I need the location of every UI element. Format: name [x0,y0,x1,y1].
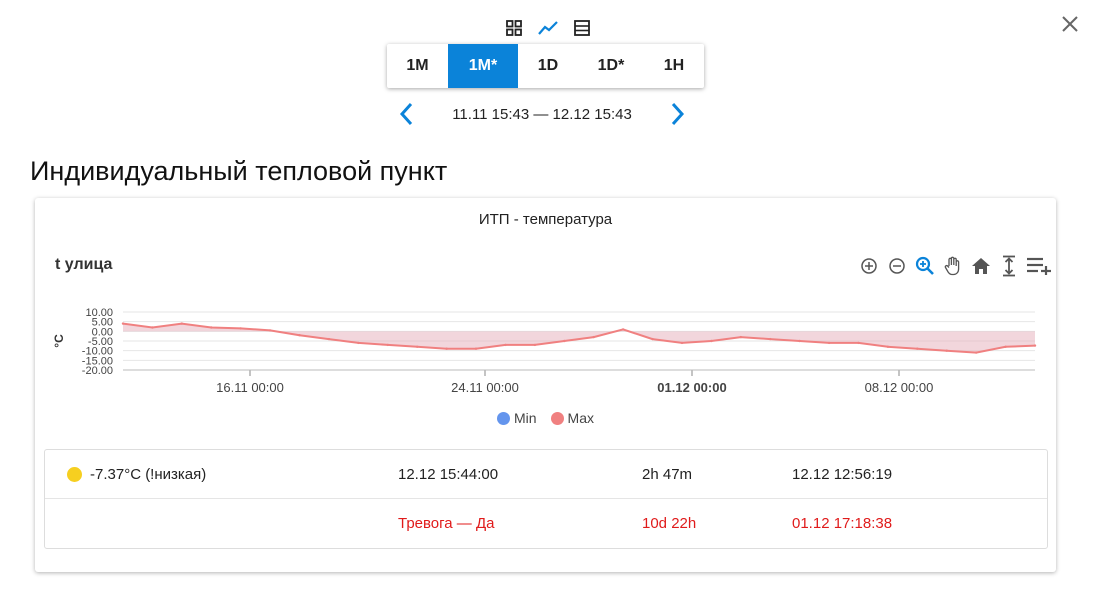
legend-max-label: Max [567,410,594,426]
section-title: Индивидуальный тепловой пункт [30,156,448,186]
period-tabs: 1M 1M* 1D 1D* 1H [387,44,704,88]
data-point [651,337,654,341]
temperature-chart[interactable]: 10.005.000.00-5.00-10.00-15.00-20.00°C16… [35,288,1056,408]
alarm-label: Тревога — Да [398,514,495,532]
data-point [268,329,272,332]
data-point [975,351,978,354]
current-time: 12.12 15:44:00 [398,465,499,483]
data-point [769,337,772,341]
status-sun-icon [67,466,82,482]
x-tick-label: 08.12 00:00 [865,380,934,395]
tab-1m[interactable]: 1M [387,44,448,88]
chart-title: ИТП - температура [478,211,613,228]
tab-1m-star[interactable]: 1M* [448,44,518,88]
legend-item-min[interactable]: Min [496,410,537,426]
tab-1d-star[interactable]: 1D* [578,44,644,88]
home-reset-icon[interactable] [969,254,993,278]
chevron-right-icon [671,102,685,126]
date-range-navigator: 11.11 15:43 — 12.12 15:43 [392,98,692,130]
data-point [327,337,331,341]
chart-line-icon[interactable] [536,16,560,40]
y-tick-label: -20.00 [82,365,113,377]
data-point [386,343,389,347]
chart-legend: Min Max [35,410,1056,426]
data-point [739,335,742,339]
grid-icon[interactable] [502,16,526,40]
data-point [592,335,595,339]
data-point [886,345,890,348]
data-point [474,347,478,350]
data-point [827,341,831,345]
data-point [680,341,684,345]
data-point [180,322,183,325]
zoom-in-icon[interactable] [857,254,881,278]
series-label: t улица [55,256,113,273]
tab-1d[interactable]: 1D [518,44,578,88]
data-point [357,341,360,345]
current-duration: 2h 47m [642,465,693,483]
x-tick-label: 24.11 00:00 [451,380,519,395]
y-axis-label: °C [52,334,66,348]
legend-min-label: Min [513,410,537,426]
data-point [445,347,448,350]
chevron-left-icon [399,102,413,126]
autoscale-icon[interactable] [997,254,1021,278]
tab-1h[interactable]: 1H [644,44,704,88]
zoom-select-icon[interactable] [913,254,937,278]
next-range-button[interactable] [664,98,692,130]
pan-hand-icon[interactable] [941,254,965,278]
current-value-cell: -7.37°C (!низкая) [67,450,206,498]
close-icon [1062,16,1078,32]
zoom-out-icon[interactable] [885,254,909,278]
prev-range-button[interactable] [392,98,420,130]
legend-item-max[interactable]: Max [550,410,594,426]
date-range-text: 11.11 15:43 — 12.12 15:43 [452,105,632,123]
data-point [533,343,537,347]
data-point [504,343,507,347]
status-row-current: -7.37°C (!низкая) 12.12 15:44:00 2h 47m … [45,450,1047,499]
data-point [151,326,154,329]
data-point [121,322,125,325]
alarm-since: 01.12 17:18:38 [792,514,893,532]
legend-max-dot [550,411,564,425]
data-point [945,349,948,352]
data-point [1004,345,1007,348]
status-row-alarm: Тревога — Да 10d 22h 01.12 17:18:38 [45,499,1047,547]
x-tick-label: 01.12 00:00 [657,380,726,395]
data-point [710,339,713,343]
data-point [857,341,860,345]
data-point [298,334,301,337]
data-point [916,347,919,350]
status-table: -7.37°C (!низкая) 12.12 15:44:00 2h 47m … [44,449,1048,549]
data-point [416,345,419,348]
close-button[interactable] [1056,10,1084,38]
chart-card: ИТП - температура t улица 10.00 5.00 0.00-… [35,198,1056,572]
menu-add-icon[interactable] [1025,254,1053,278]
current-since: 12.12 12:56:19 [792,465,893,483]
data-point [798,339,801,343]
x-tick-label: 16.11 00:00 [216,380,284,395]
data-point [563,339,566,343]
data-point [621,328,625,331]
chart-toolbar [857,254,1053,278]
data-point [210,326,213,329]
alarm-duration: 10d 22h [642,514,697,532]
current-value: -7.37°C (!низкая) [90,465,207,483]
table-icon[interactable] [570,16,594,40]
legend-min-dot [496,411,510,425]
data-point [239,327,242,330]
data-point [1033,344,1037,347]
view-switcher [502,16,594,40]
